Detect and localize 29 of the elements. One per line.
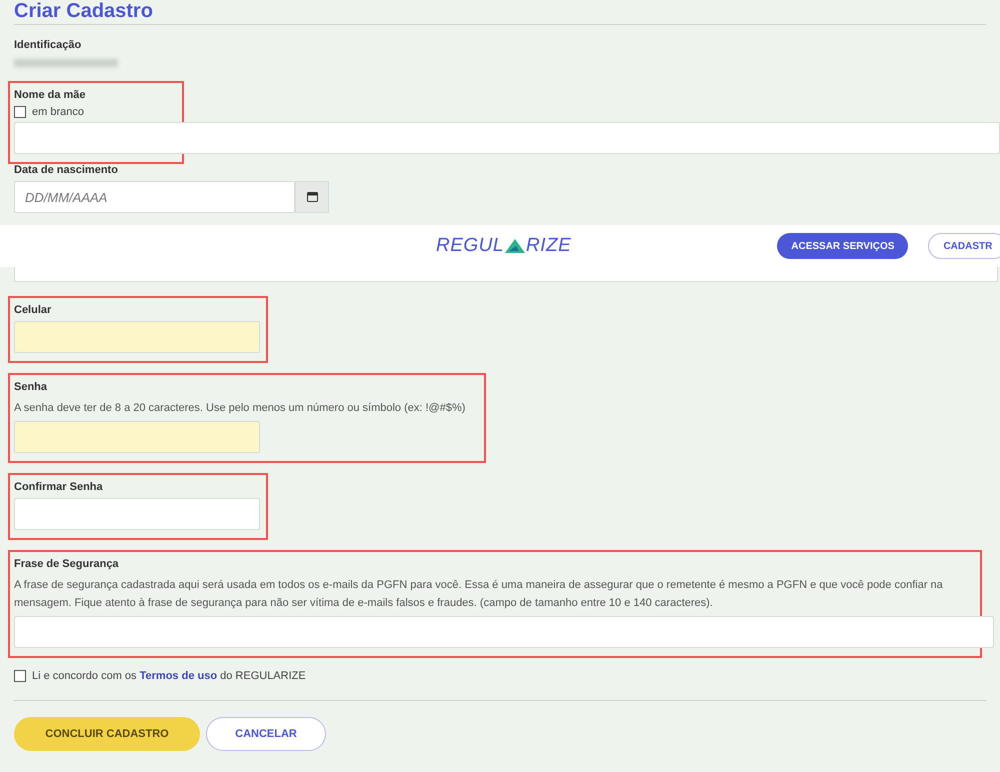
checkbox-label: em branco <box>32 106 84 118</box>
text-field[interactable] <box>14 321 260 353</box>
calendar-button[interactable] <box>295 181 329 213</box>
text-field[interactable] <box>14 616 994 648</box>
header-button[interactable]: CADASTR <box>928 233 1000 259</box>
field-label: Celular <box>14 304 52 316</box>
terms-link[interactable]: Termos de uso <box>140 670 218 682</box>
field-label: Data de nascimento <box>14 164 118 176</box>
field-hint: A senha deve ter de 8 a 20 caracteres. Use pelo menos um número ou símbolo (ex: !@#$%) <box>14 401 466 416</box>
field-label: Identificação <box>14 39 82 51</box>
field-label: Senha <box>14 381 48 393</box>
calendar-icon <box>306 192 318 202</box>
page-title: Criar Cadastro <box>14 0 154 22</box>
text-field[interactable] <box>14 498 260 530</box>
date-field[interactable]: DD/MM/AAAA <box>14 181 295 213</box>
cancel-button[interactable]: CANCELAR <box>206 717 326 751</box>
checkbox[interactable] <box>14 106 26 118</box>
header-button[interactable]: ACESSAR SERVIÇOS <box>777 233 908 259</box>
terms-text: Li e concordo com os Termos de uso do REGULARIZE <box>32 670 306 682</box>
text-field[interactable] <box>14 421 260 453</box>
logo: REGUL RIZE <box>436 235 572 257</box>
field-hint: A frase de segurança cadastrada aqui será usada em todos os e-mails da PGFN para você. Essa é uma maneira de assegurar que o remetente é mesmo a PGFN e que você pode confiar na mensagem. Fique atento à frase de segurança para não ser vítima de e-mails falsos e fraudes. (campo de tamanho entre 10 e 140 caracteres). <box>14 578 944 611</box>
submit-button[interactable]: CONCLUIR CADASTRO <box>14 717 200 751</box>
field-label: Confirmar Senha <box>14 481 103 493</box>
text-field[interactable] <box>14 122 1000 154</box>
field-label: Nome da mãe <box>14 89 86 101</box>
checkbox[interactable] <box>14 670 26 682</box>
text-field[interactable] <box>14 267 998 282</box>
field-label: Frase de Segurança <box>14 558 119 570</box>
